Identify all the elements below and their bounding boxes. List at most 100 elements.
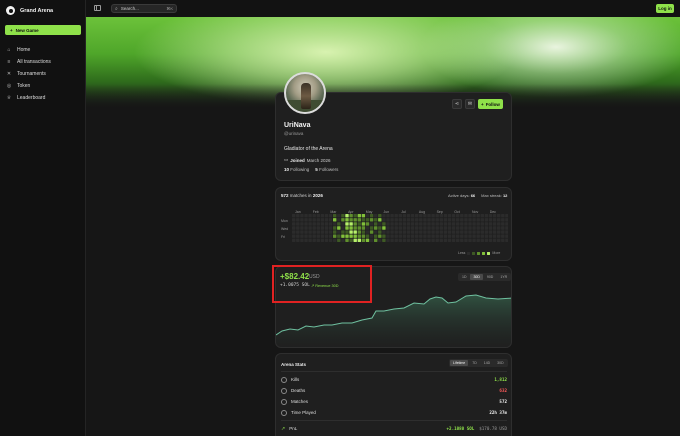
heatmap-cell (402, 238, 407, 242)
heatmap-cell (501, 234, 505, 238)
heatmap-cell (382, 214, 386, 218)
range-tab-90d[interactable]: 90D (484, 274, 496, 280)
following-count: 10 (284, 167, 290, 172)
message-button[interactable]: ✉ (465, 99, 475, 109)
heatmap-cell (443, 214, 448, 218)
search-input[interactable]: ⌕ Search... ⌘K (111, 4, 177, 13)
heatmap-cell (333, 238, 337, 242)
heatmap-cell (333, 234, 337, 238)
heatmap-cell (427, 214, 431, 218)
activity-year: 2026 (312, 193, 323, 198)
heatmap-cell (345, 226, 349, 230)
login-button[interactable]: Log in (656, 4, 674, 13)
brand[interactable]: Grand Arena (6, 6, 53, 15)
heatmap-cell (476, 234, 480, 238)
range-tab-1yr[interactable]: 1YR (497, 274, 510, 280)
share-icon: ⋖ (454, 101, 460, 107)
heatmap-cell (439, 222, 443, 226)
heatmap-cell (468, 226, 472, 230)
heatmap-cell (369, 226, 374, 230)
grand-arena-logo-icon (6, 6, 15, 15)
heatmap-cell (361, 214, 366, 218)
heatmap-cell (308, 214, 312, 218)
stat-row-pnl: ↗ PnL +2.1080 SOL $170.78 USD (281, 424, 507, 433)
heatmap-cell (435, 222, 439, 226)
profile-actions: ⋖ ✉ + Follow (452, 99, 503, 109)
heatmap-cell (374, 222, 378, 226)
heatmap-cell (386, 234, 390, 238)
heatmap-cell (443, 234, 448, 238)
heatmap-cell (333, 222, 337, 226)
heatmap-cell (443, 218, 448, 222)
heatmap-cell (501, 218, 505, 222)
heatmap-cell (451, 222, 456, 226)
sidebar-item-tournaments[interactable]: ✕ Tournaments (6, 70, 51, 78)
heatmap-cell (435, 234, 439, 238)
heatmap-cell (488, 234, 493, 238)
heatmap-cell (369, 234, 374, 238)
heatmap-cell (349, 218, 353, 222)
sidebar-item-token[interactable]: ◎ Token (6, 82, 51, 90)
heatmap-cell (386, 222, 390, 226)
heatmap-cell (374, 238, 378, 242)
heatmap-cell (369, 230, 374, 234)
heatmap-cell (402, 222, 407, 226)
following-link[interactable]: 10 Following (284, 167, 309, 172)
heatmap-cell (357, 218, 361, 222)
heatmap-cell (480, 214, 484, 218)
heatmap-cell (427, 226, 431, 230)
heatmap-cell (497, 238, 501, 242)
range-tab-30d[interactable]: 30D (470, 274, 483, 280)
tab-lifetime[interactable]: Lifetime (450, 360, 469, 366)
heatmap-cell (320, 214, 325, 218)
stat-value: 632 (499, 388, 507, 393)
sidebar-item-label: Token (17, 83, 31, 89)
heatmap-cell (324, 218, 329, 222)
stat-row-kills: Kills 1,812 (281, 375, 507, 384)
heatmap-cell (415, 226, 419, 230)
heatmap-cell (394, 222, 398, 226)
heatmap-cell (341, 238, 345, 242)
range-tab-1d[interactable]: 1D (459, 274, 469, 280)
list-icon: ≡ (7, 59, 11, 65)
sidebar-item-all-transactions[interactable]: ≡ All transactions (6, 58, 51, 66)
heatmap-cell (492, 222, 497, 226)
new-game-button[interactable]: + New Game (5, 25, 81, 35)
mail-icon: ✉ (467, 101, 473, 107)
pnl-usd-value: $170.78 USD (479, 426, 507, 431)
heatmap-cell (337, 238, 341, 242)
heatmap-cell (415, 238, 419, 242)
followers-link[interactable]: 5 Followers (315, 167, 338, 172)
heatmap-cell (431, 222, 435, 226)
heatmap-cell (312, 218, 316, 222)
heatmap-cell (333, 226, 337, 230)
sidebar-toggle-icon[interactable] (94, 5, 101, 11)
search-shortcut: ⌘K (166, 6, 173, 11)
tab-7d[interactable]: 7D (469, 360, 479, 366)
heatmap-cell (296, 238, 300, 242)
sidebar-item-home[interactable]: ⌂ Home (6, 46, 51, 54)
heatmap-cell (501, 214, 505, 218)
heatmap-cell (415, 222, 419, 226)
heatmap-cell (300, 214, 304, 218)
sidebar-item-leaderboard[interactable]: ♕ Leaderboard (6, 94, 51, 102)
heatmap-cell (328, 214, 333, 218)
heatmap-cell (476, 218, 480, 222)
active-days-value: 66 (470, 193, 476, 198)
heatmap-cell (300, 230, 304, 234)
tab-14d[interactable]: 14D (481, 360, 493, 366)
heatmap-cell (345, 214, 349, 218)
stat-row-time-played: Time Played 22h 37m (281, 408, 507, 417)
heatmap-cell (427, 218, 431, 222)
heatmap-cell (320, 226, 325, 230)
heatmap-cell (505, 214, 508, 218)
divider (281, 371, 507, 372)
heatmap-cell (501, 222, 505, 226)
heatmap-cell (492, 218, 497, 222)
heatmap-cell (292, 230, 296, 234)
tab-30d[interactable]: 30D (494, 360, 506, 366)
share-button[interactable]: ⋖ (452, 99, 462, 109)
follow-button[interactable]: + Follow (478, 99, 503, 109)
heatmap-cell (460, 230, 464, 234)
heatmap-cell (419, 238, 423, 242)
